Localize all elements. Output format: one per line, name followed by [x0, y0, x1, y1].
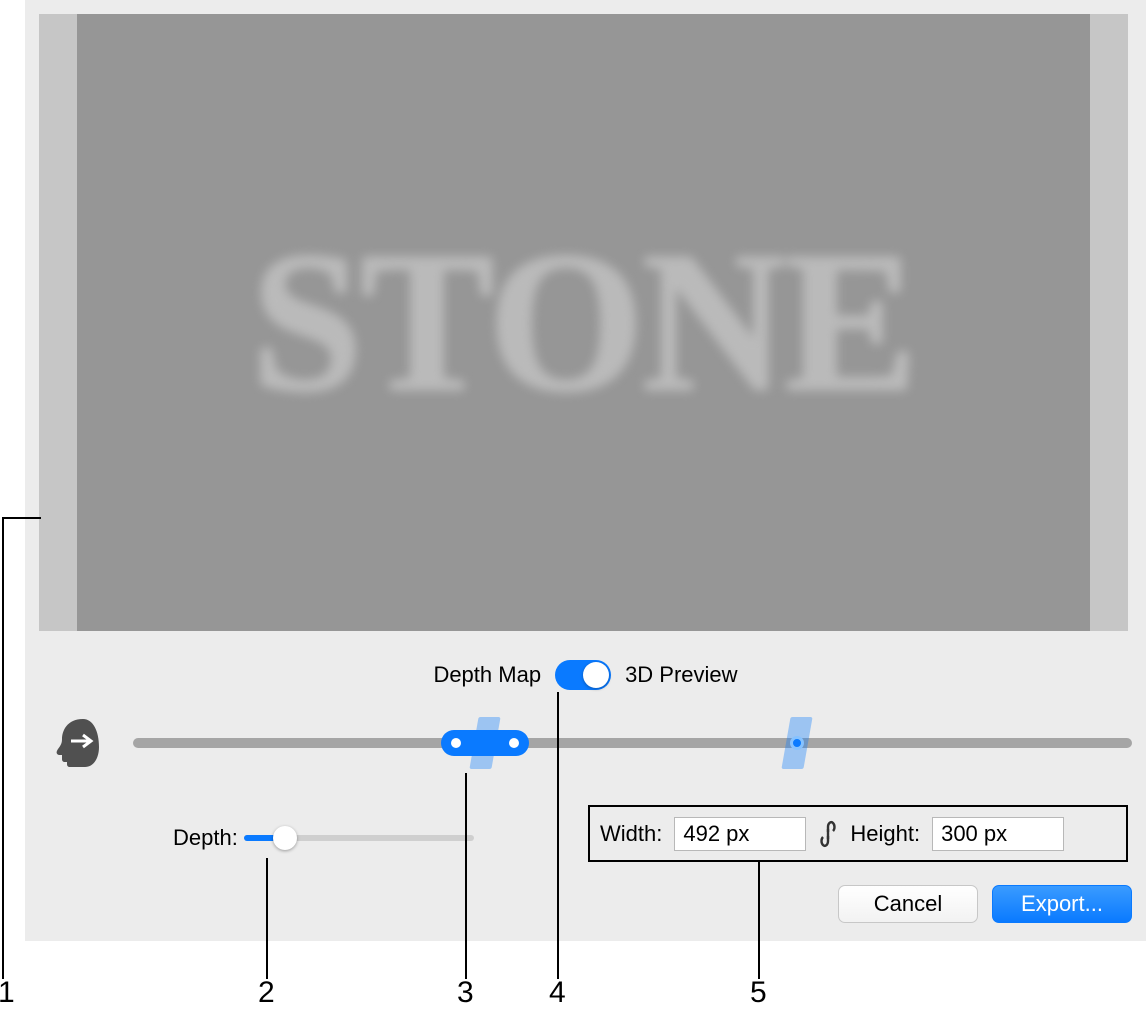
callout-2-number: 2: [258, 976, 275, 1010]
head-icon: [53, 715, 105, 771]
dialog-buttons: Cancel Export...: [838, 885, 1132, 923]
width-input[interactable]: [674, 817, 806, 851]
export-button[interactable]: Export...: [992, 885, 1132, 923]
dimensions-group: Width: Height:: [588, 805, 1128, 862]
callout-4-number: 4: [549, 976, 566, 1010]
focus-marker[interactable]: [790, 736, 804, 750]
view-mode-toggle-row: Depth Map 3D Preview: [25, 660, 1146, 690]
head-position-slider[interactable]: [133, 738, 1132, 748]
callout-1-line-h: [2, 517, 41, 519]
callout-3-number: 3: [457, 976, 474, 1010]
callout-1-number: 1: [0, 976, 15, 1010]
preview-text: STONE: [251, 208, 915, 437]
height-input[interactable]: [932, 817, 1064, 851]
toggle-knob: [583, 662, 609, 688]
3d-preview-label: 3D Preview: [625, 662, 737, 688]
depth-slider[interactable]: [244, 835, 474, 841]
callout-1-line-v: [2, 517, 4, 979]
callout-2-line: [266, 858, 268, 979]
height-label: Height:: [850, 821, 920, 847]
cancel-button[interactable]: Cancel: [838, 885, 978, 923]
depth-slider-thumb[interactable]: [273, 826, 297, 850]
depth-map-label: Depth Map: [433, 662, 541, 688]
callout-4-line: [557, 692, 559, 979]
preview-area: STONE: [39, 14, 1128, 631]
depth-label: Depth:: [173, 825, 238, 851]
link-icon[interactable]: [818, 819, 838, 849]
view-mode-toggle[interactable]: [555, 660, 611, 690]
depth-map-preview: STONE: [77, 14, 1090, 631]
callout-3-line: [465, 773, 467, 979]
head-range-handle[interactable]: [441, 730, 529, 756]
export-3d-panel: STONE Depth Map 3D Preview Depth: Width:: [25, 0, 1146, 941]
callout-5-line: [758, 862, 760, 979]
callout-5-number: 5: [750, 976, 767, 1010]
width-label: Width:: [600, 821, 662, 847]
depth-slider-row: Depth:: [173, 825, 474, 851]
head-position-row: [53, 715, 1132, 771]
